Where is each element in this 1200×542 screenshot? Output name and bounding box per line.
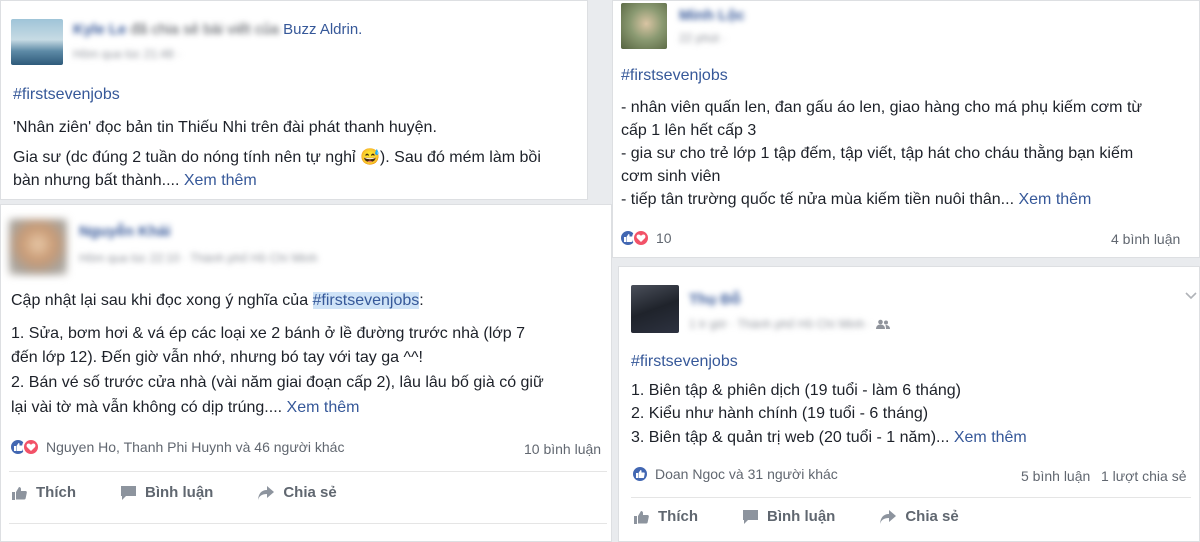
author-name[interactable]: Thụ Đỗ — [689, 291, 741, 308]
thumbs-up-icon — [634, 510, 649, 524]
post-line-4: lại vài tờ mà vẫn không có dịp trúng....… — [11, 396, 359, 419]
friends-audience-icon[interactable] — [876, 319, 891, 330]
hashtag-link[interactable]: #firstsevenjobs — [621, 64, 728, 87]
post-time[interactable]: 1 tr giờ · Thành phố Hồ Chí Minh · — [689, 317, 872, 331]
comment-button[interactable]: Bình luận — [120, 484, 213, 501]
avatar[interactable] — [11, 19, 63, 65]
post-line-2: Gia sư (dc đúng 2 tuần do nóng tính nên … — [13, 146, 541, 169]
divider — [9, 471, 607, 472]
author-name[interactable]: Kyle Le — [73, 21, 126, 38]
post-meta: 1 tr giờ · Thành phố Hồ Chí Minh · — [689, 317, 891, 331]
share-text: đã chia sẻ bài viết của — [130, 21, 279, 38]
see-more-link[interactable]: Xem thêm — [184, 172, 257, 189]
see-more-link[interactable]: Xem thêm — [954, 429, 1027, 446]
post-line-5: - tiếp tân trường quốc tế nửa mùa kiếm t… — [621, 188, 1091, 211]
shared-from-link[interactable]: Buzz Aldrin. — [283, 21, 362, 38]
reactions-summary[interactable]: Nguyen Ho, Thanh Phi Huynh và 46 người k… — [9, 438, 344, 456]
comments-count[interactable]: 5 bình luận — [1021, 468, 1090, 484]
intro-colon: : — [419, 292, 424, 309]
post-line-1: - nhân viên quấn len, đan gấu áo len, gi… — [621, 99, 1143, 116]
comments-count[interactable]: 10 bình luận — [524, 441, 601, 457]
reaction-count: 10 — [656, 230, 672, 246]
action-bar: Thích Bình luận Chia sẻ — [633, 508, 1003, 525]
post-line-1: 'Nhân ziên' đọc bản tin Thiếu Nhi trên đ… — [13, 119, 437, 136]
post-line-3: 2. Bán vé số trước cửa nhà (vài năm giai… — [11, 374, 544, 391]
avatar[interactable] — [621, 3, 667, 49]
post-line-1: 1. Sửa, bơm hơi & vá ép các loại xe 2 bá… — [11, 325, 525, 342]
post-line-5-text: - tiếp tân trường quốc tế nửa mùa kiếm t… — [621, 191, 1019, 208]
comment-icon — [121, 485, 136, 500]
share-button[interactable]: Chia sẻ — [879, 508, 959, 525]
see-more-link[interactable]: Xem thêm — [1018, 191, 1091, 208]
chevron-down-icon[interactable] — [1185, 287, 1197, 303]
post-card-3: Minh Lộc 22 phút · #firstsevenjobs - nhâ… — [612, 0, 1200, 258]
post-line-3: bàn nhưng bất thành.... Xem thêm — [13, 169, 257, 192]
share-button[interactable]: Chia sẻ — [257, 484, 337, 501]
hashtag-link[interactable]: #firstsevenjobs — [13, 83, 120, 106]
love-reaction-icon — [22, 438, 40, 456]
share-label: Chia sẻ — [283, 484, 337, 501]
hashtag-link[interactable]: #firstsevenjobs — [312, 292, 420, 309]
reactions-text: Doan Ngoc và 31 người khác — [655, 466, 838, 482]
post-line-1: 1. Biên tập & phiên dịch (19 tuổi - làm … — [631, 382, 961, 399]
post-intro: Cập nhật lại sau khi đọc xong ý nghĩa củ… — [11, 289, 424, 312]
reactions-text: Nguyen Ho, Thanh Phi Huynh và 46 người k… — [46, 439, 345, 455]
see-more-link[interactable]: Xem thêm — [287, 399, 360, 416]
post-time[interactable]: Hôm qua lúc 22:10 · Thành phố Hồ Chí Min… — [79, 251, 318, 265]
post-line-2-start: Gia sư (dc đúng 2 tuần do nóng tính nên … — [13, 149, 360, 166]
post-line-3: 3. Biên tập & quản trị web (20 tuổi - 1 … — [631, 426, 1027, 449]
like-button[interactable]: Thích — [633, 508, 698, 525]
post-line-2: đến lớp 12). Đến giờ vẫn nhớ, nhưng bó t… — [11, 349, 423, 366]
author-name[interactable]: Minh Lộc — [679, 7, 745, 24]
post-card-2: Nguyễn Khải Hôm qua lúc 22:10 · Thành ph… — [0, 204, 612, 542]
post-line-4: cơm sinh viên — [621, 168, 721, 185]
post-line-3: - gia sư cho trẻ lớp 1 tập đếm, tập viết… — [621, 145, 1134, 162]
divider — [631, 497, 1191, 498]
like-button[interactable]: Thích — [11, 484, 76, 501]
like-label: Thích — [658, 508, 698, 525]
post-card-4: Thụ Đỗ 1 tr giờ · Thành phố Hồ Chí Minh … — [618, 266, 1200, 542]
sweat-smile-emoji-icon: 😅 — [360, 149, 380, 166]
post-line-2: 2. Kiểu như hành chính (19 tuổi - 6 thán… — [631, 405, 929, 422]
love-reaction-icon — [632, 229, 650, 247]
post-line-3-text: bàn nhưng bất thành.... — [13, 172, 184, 189]
intro-text: Cập nhật lại sau khi đọc xong ý nghĩa củ… — [11, 292, 313, 309]
like-label: Thích — [36, 484, 76, 501]
share-arrow-icon — [880, 509, 897, 524]
comment-button[interactable]: Bình luận — [742, 508, 835, 525]
reactions-summary[interactable]: Doan Ngoc và 31 người khác — [631, 465, 838, 483]
post-time[interactable]: 22 phút · — [679, 31, 726, 45]
shares-count[interactable]: 1 lượt chia sẻ — [1101, 468, 1186, 484]
share-arrow-icon — [258, 485, 275, 500]
hashtag-link[interactable]: #firstsevenjobs — [631, 350, 738, 373]
reactions-summary[interactable]: 10 — [619, 229, 672, 247]
post-time[interactable]: Hôm qua lúc 21:48 · — [73, 47, 181, 61]
comment-label: Bình luận — [767, 508, 836, 525]
author-name[interactable]: Nguyễn Khải — [79, 223, 171, 240]
post-line-2: cấp 1 lên hết cấp 3 — [621, 122, 757, 139]
action-bar: Thích Bình luận Chia sẻ — [11, 484, 381, 501]
avatar[interactable] — [631, 285, 679, 333]
comment-icon — [743, 509, 758, 524]
divider — [9, 523, 607, 524]
share-label: Chia sẻ — [905, 508, 959, 525]
comments-count[interactable]: 4 bình luận — [1111, 231, 1180, 247]
post-line-3-text: 3. Biên tập & quản trị web (20 tuổi - 1 … — [631, 429, 954, 446]
post-line-2-end: ). Sau đó mém làm bồi — [379, 149, 541, 166]
avatar[interactable] — [9, 219, 67, 275]
comment-label: Bình luận — [145, 484, 214, 501]
like-reaction-icon — [631, 465, 649, 483]
post-card-1: Kyle Le đã chia sẻ bài viết của Buzz Ald… — [0, 0, 588, 200]
thumbs-up-icon — [12, 486, 27, 500]
post-line-4-text: lại vài tờ mà vẫn không có dịp trúng.... — [11, 399, 287, 416]
